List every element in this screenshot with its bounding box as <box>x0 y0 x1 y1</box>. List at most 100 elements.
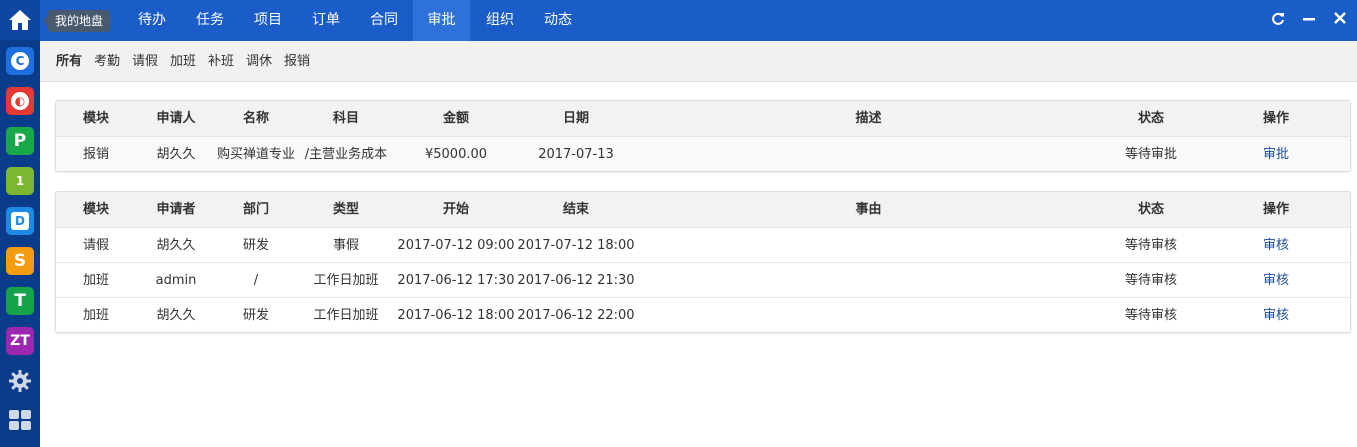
tab-dynamics[interactable]: 动态 <box>533 0 583 41</box>
cell-status: 等待审批 <box>1124 147 1177 162</box>
cell-module: 加班 <box>82 308 109 323</box>
d-app-icon: D <box>11 212 29 230</box>
top-navigation: 待办 任务 项目 订单 合同 审批 组织 动态 <box>40 0 1357 41</box>
approval-filter-bar: 所有 考勤 请假 加班 补班 调休 报销 <box>40 41 1357 82</box>
review-link[interactable]: 审核 <box>1201 228 1350 263</box>
cell-applicant: admin <box>155 273 197 288</box>
cell-reason <box>636 263 1101 298</box>
gear-icon <box>9 370 31 392</box>
tab-project[interactable]: 项目 <box>243 0 293 41</box>
home-icon <box>9 10 31 30</box>
col-applicant: 申请人 <box>156 111 196 126</box>
filter-reimburse[interactable]: 报销 <box>284 41 310 82</box>
cell-applicant: 胡久久 <box>156 308 196 323</box>
col-amount: 金额 <box>442 111 469 126</box>
filter-makeup[interactable]: 补班 <box>208 41 234 82</box>
cell-type: 工作日加班 <box>313 273 379 288</box>
app-p-button[interactable]: P <box>6 127 34 155</box>
table-header-row: 模块 申请者 部门 类型 开始 结束 事由 状态 操作 <box>56 192 1350 227</box>
app-s-button[interactable]: S <box>6 247 34 275</box>
cell-subject: /主营业务成本 <box>304 147 388 162</box>
col-action: 操作 <box>1262 202 1289 217</box>
cell-dept: 研发 <box>242 308 269 323</box>
cell-status: 等待审核 <box>1124 308 1177 323</box>
cell-name: 购买禅道专业 <box>216 147 295 162</box>
app-o-button[interactable]: ◐ <box>6 87 34 115</box>
tab-approval[interactable]: 审批 <box>413 0 470 41</box>
cell-start: 2017-06-12 17:30 <box>397 273 515 288</box>
col-end: 结束 <box>562 202 589 217</box>
cell-start: 2017-07-12 09:00 <box>397 238 515 253</box>
filter-attendance[interactable]: 考勤 <box>94 41 120 82</box>
col-status: 状态 <box>1137 202 1164 217</box>
cell-status: 等待审核 <box>1124 273 1177 288</box>
cell-end: 2017-06-12 22:00 <box>517 308 635 323</box>
col-applicant: 申请者 <box>156 202 196 217</box>
cell-applicant: 胡久久 <box>156 238 196 253</box>
cell-type: 工作日加班 <box>313 308 379 323</box>
app-t-button[interactable]: T <box>6 287 34 315</box>
app-c-button[interactable]: C <box>6 47 34 75</box>
cell-reason <box>636 298 1101 332</box>
cell-status: 等待审核 <box>1124 238 1177 253</box>
cell-desc <box>636 137 1101 171</box>
filter-leave[interactable]: 请假 <box>132 41 158 82</box>
minimize-icon <box>1303 18 1315 21</box>
review-link[interactable]: 审核 <box>1201 298 1350 332</box>
zt-app-icon: ZT <box>10 333 30 349</box>
cell-module: 加班 <box>82 273 109 288</box>
filter-overtime[interactable]: 加班 <box>170 41 196 82</box>
o-app-icon: ◐ <box>11 92 29 110</box>
refresh-button[interactable] <box>1270 12 1286 28</box>
reimburse-table: 模块 申请人 名称 科目 金额 日期 描述 状态 操作 报销 胡久久 购买禅道专… <box>55 100 1351 172</box>
home-button[interactable] <box>0 0 40 40</box>
col-name: 名称 <box>242 111 269 126</box>
settings-button[interactable] <box>6 367 34 395</box>
table-row: 报销 胡久久 购买禅道专业 /主营业务成本 ¥5000.00 2017-07-1… <box>56 136 1350 171</box>
cell-applicant: 胡久久 <box>156 147 196 162</box>
p-app-icon: P <box>13 131 27 151</box>
cell-end: 2017-07-12 18:00 <box>517 238 635 253</box>
app-zt-button[interactable]: ZT <box>6 327 34 355</box>
grid-icon <box>9 410 31 430</box>
s-app-icon: S <box>13 251 27 271</box>
tab-task[interactable]: 任务 <box>185 0 235 41</box>
tab-todo[interactable]: 待办 <box>127 0 177 41</box>
cell-type: 事假 <box>332 238 359 253</box>
tab-organization[interactable]: 组织 <box>475 0 525 41</box>
col-date: 日期 <box>562 111 589 126</box>
cell-end: 2017-06-12 21:30 <box>517 273 635 288</box>
app-d-button[interactable]: D <box>6 207 34 235</box>
one-app-icon: 1 <box>15 174 25 188</box>
cell-date: 2017-07-13 <box>538 147 614 162</box>
minimize-button[interactable] <box>1301 12 1317 28</box>
c-app-icon: C <box>11 52 29 70</box>
app-dock: C ◐ P 1 D S T ZT <box>0 0 40 447</box>
cell-module: 请假 <box>82 238 109 253</box>
table-header-row: 模块 申请人 名称 科目 金额 日期 描述 状态 操作 <box>56 101 1350 136</box>
table-row: 请假 胡久久 研发 事假 2017-07-12 09:00 2017-07-12… <box>56 227 1350 262</box>
tab-contract[interactable]: 合同 <box>359 0 409 41</box>
filter-all[interactable]: 所有 <box>56 41 82 82</box>
cell-amount: ¥5000.00 <box>424 147 488 162</box>
main-content: 模块 申请人 名称 科目 金额 日期 描述 状态 操作 报销 胡久久 购买禅道专… <box>40 82 1357 447</box>
close-icon <box>1334 12 1346 24</box>
review-link[interactable]: 审核 <box>1201 263 1350 298</box>
col-status: 状态 <box>1137 111 1164 126</box>
filter-lieu[interactable]: 调休 <box>246 41 272 82</box>
approve-link[interactable]: 审批 <box>1201 137 1350 171</box>
cell-module: 报销 <box>82 147 109 162</box>
col-dept: 部门 <box>242 202 269 217</box>
col-start: 开始 <box>442 202 469 217</box>
all-apps-button[interactable] <box>6 406 34 434</box>
col-subject: 科目 <box>332 111 359 126</box>
app-one-button[interactable]: 1 <box>6 167 34 195</box>
tab-order[interactable]: 订单 <box>301 0 351 41</box>
col-module: 模块 <box>82 111 109 126</box>
close-button[interactable] <box>1332 12 1348 28</box>
t-app-icon: T <box>14 291 26 311</box>
table-row: 加班 胡久久 研发 工作日加班 2017-06-12 18:00 2017-06… <box>56 297 1350 332</box>
col-action: 操作 <box>1262 111 1289 126</box>
col-reason: 事由 <box>855 202 882 217</box>
refresh-icon <box>1272 12 1284 25</box>
